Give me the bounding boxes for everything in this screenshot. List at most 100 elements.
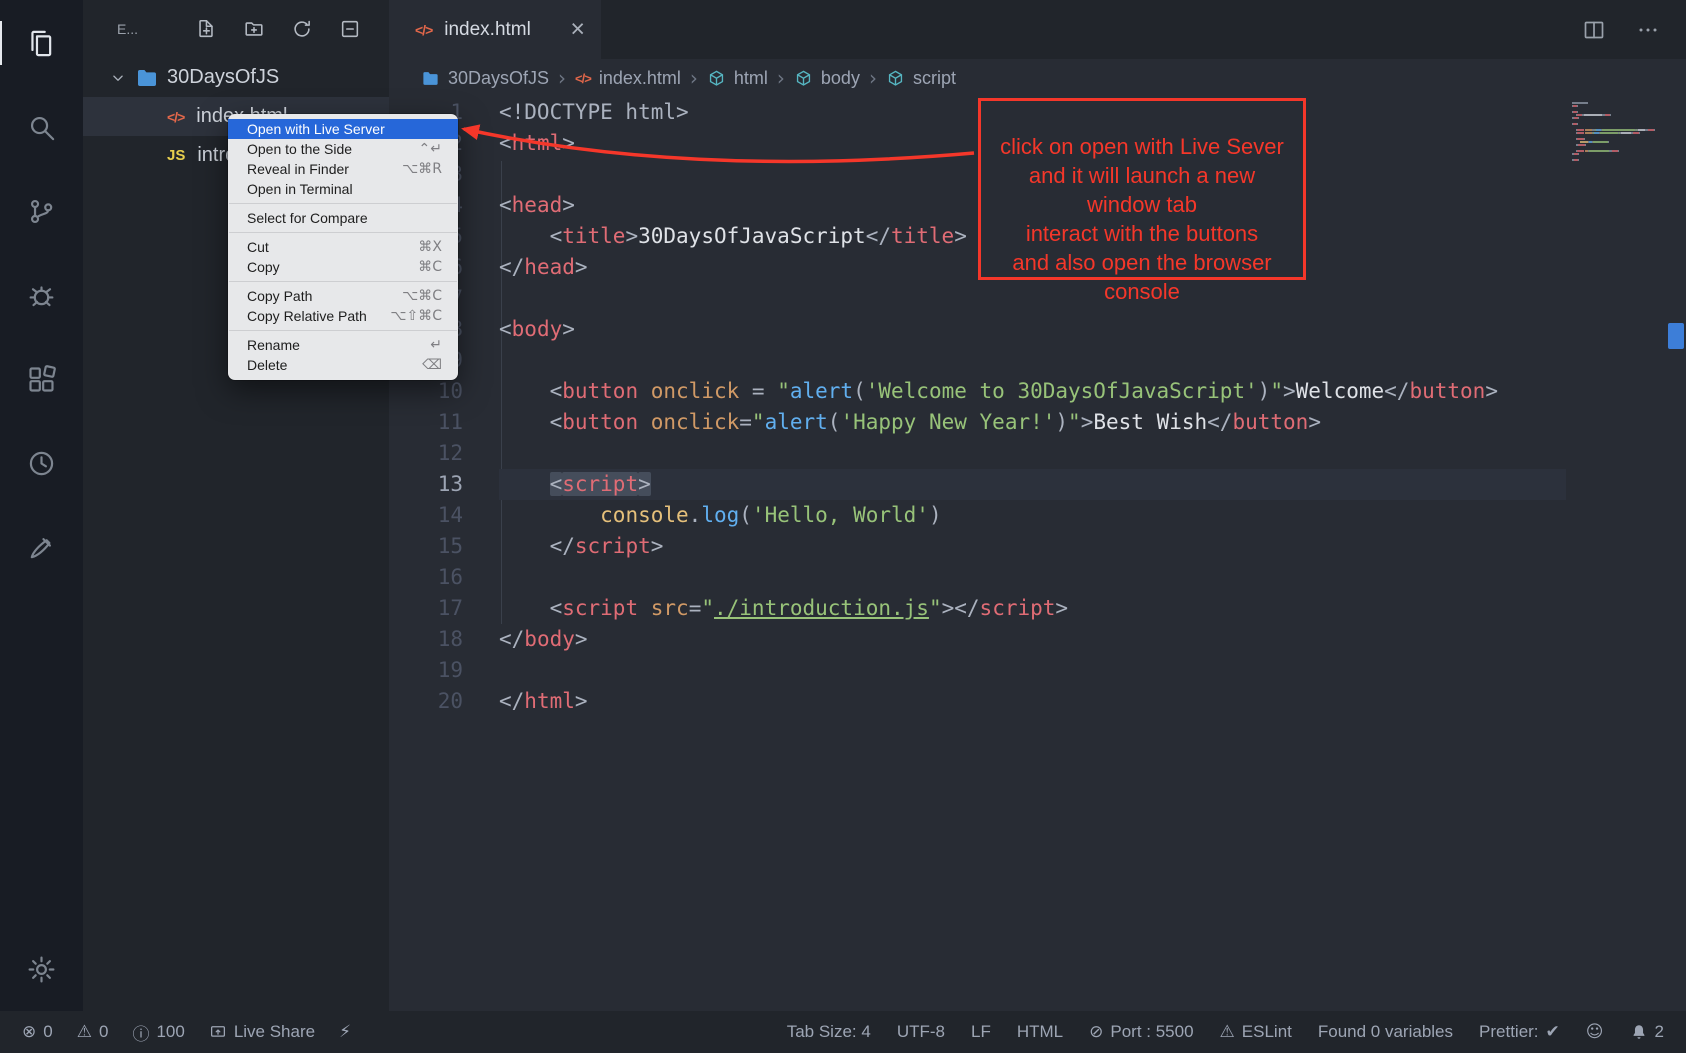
menu-item-delete[interactable]: Delete⌫ (228, 355, 458, 375)
status-errors[interactable]: ⊗0 (22, 1022, 53, 1042)
menu-item-reveal-in-finder[interactable]: Reveal in Finder ⌥⌘R (228, 159, 458, 179)
status-label: Prettier: (1479, 1022, 1539, 1042)
menu-separator (229, 330, 457, 331)
annotation-text: click on open with Live Sever and it wil… (981, 132, 1303, 306)
menu-item-open-in-terminal[interactable]: Open in Terminal (228, 179, 458, 199)
menu-item-label: Copy Path (247, 288, 312, 304)
warning-triangle-icon: ⚠ (1220, 1022, 1235, 1042)
status-variables[interactable]: Found 0 variables (1318, 1022, 1453, 1042)
activity-run-debug[interactable] (0, 253, 83, 337)
code-line-11[interactable]: <button onclick="alert('Happy New Year!'… (499, 407, 1566, 438)
status-label: Live Share (234, 1022, 315, 1042)
breadcrumb-body[interactable]: body (794, 68, 860, 89)
menu-item-label: Rename (247, 337, 300, 353)
menu-item-shortcut: ⌥⌘C (402, 288, 442, 304)
menu-item-shortcut: ⌃↵ (419, 141, 442, 157)
status-eol[interactable]: LF (971, 1022, 991, 1042)
breadcrumb-label: html (734, 68, 768, 89)
status-info[interactable]: ⓘ100 (132, 1020, 184, 1045)
menu-item-copy-path[interactable]: Copy Path ⌥⌘C (228, 286, 458, 306)
breadcrumb-script[interactable]: script (886, 68, 956, 89)
more-actions-icon[interactable] (1636, 18, 1660, 42)
status-quick-action[interactable]: ⚡ (339, 1022, 351, 1042)
activity-extensions[interactable] (0, 337, 83, 421)
menu-item-shortcut: ⌘C (418, 259, 442, 275)
menu-item-rename[interactable]: Rename ↵ (228, 335, 458, 355)
breadcrumb-label: script (913, 68, 956, 89)
code-line-12[interactable] (499, 438, 1566, 469)
new-file-icon[interactable] (195, 18, 217, 40)
blocked-icon: ⊘ (1089, 1022, 1103, 1042)
overview-ruler-marker[interactable] (1668, 323, 1684, 349)
status-language-mode[interactable]: HTML (1017, 1022, 1063, 1042)
status-label: 100 (156, 1022, 184, 1042)
menu-item-select-for-compare[interactable]: Select for Compare (228, 208, 458, 228)
collapse-all-icon[interactable] (339, 18, 361, 40)
status-tab-size[interactable]: Tab Size: 4 (787, 1022, 871, 1042)
menu-item-shortcut: ↵ (430, 337, 442, 353)
status-live-server-port[interactable]: ⊘Port : 5500 (1089, 1022, 1193, 1042)
status-notifications[interactable]: 2 (1630, 1022, 1664, 1042)
activity-clock[interactable] (0, 421, 83, 505)
status-live-share[interactable]: Live Share (209, 1022, 315, 1042)
folder-icon (421, 69, 440, 88)
minimap[interactable] (1572, 102, 1664, 162)
menu-item-shortcut: ⌥⌘R (402, 161, 442, 177)
status-label: 0 (43, 1022, 52, 1042)
status-encoding[interactable]: UTF-8 (897, 1022, 945, 1042)
code-line-16[interactable] (499, 562, 1566, 593)
code-line-20[interactable]: </html> (499, 686, 1566, 717)
menu-item-cut[interactable]: Cut⌘X (228, 237, 458, 257)
code-line-15[interactable]: </script> (499, 531, 1566, 562)
status-warnings[interactable]: ⚠0 (77, 1022, 109, 1042)
explorer-title: E... (117, 21, 138, 37)
status-feedback[interactable]: ☺ (1586, 1022, 1604, 1042)
activity-explorer[interactable] (0, 1, 83, 85)
new-folder-icon[interactable] (243, 18, 265, 40)
activity-search[interactable] (0, 85, 83, 169)
tab-actions (1582, 0, 1686, 59)
status-prettier[interactable]: Prettier:✔ (1479, 1022, 1560, 1042)
breadcrumb-separator: › (690, 66, 698, 90)
activity-settings[interactable] (0, 927, 83, 1011)
code-line-14[interactable]: console.log('Hello, World') (499, 500, 1566, 531)
menu-item-open-with-live-server[interactable]: Open with Live Server (228, 119, 458, 139)
js-file-icon: JS (167, 147, 185, 164)
activity-source-control[interactable] (0, 169, 83, 253)
status-eslint[interactable]: ⚠ ESLint (1220, 1022, 1292, 1042)
code-line-9[interactable] (499, 345, 1566, 376)
breadcrumb-separator: › (869, 66, 877, 90)
menu-separator (229, 232, 457, 233)
code-line-10[interactable]: <button onclick = "alert('Welcome to 30D… (499, 376, 1566, 407)
status-label: LF (971, 1022, 991, 1042)
status-label: Tab Size: 4 (787, 1022, 871, 1042)
code-line-13[interactable]: <script> (499, 469, 1566, 500)
menu-item-open-to-the-side[interactable]: Open to the Side⌃↵ (228, 139, 458, 159)
menu-item-label: Delete (247, 357, 287, 373)
activity-pen[interactable] (0, 505, 83, 589)
code-file-icon: </> (167, 109, 184, 125)
line-number-15: 15 (389, 531, 499, 562)
folder-icon (135, 66, 159, 90)
symbol-tag-icon (886, 69, 905, 88)
refresh-icon[interactable] (291, 18, 313, 40)
status-label: UTF-8 (897, 1022, 945, 1042)
code-line-17[interactable]: <script src="./introduction.js"></script… (499, 593, 1566, 624)
code-line-19[interactable] (499, 655, 1566, 686)
line-number-13: 13 (389, 469, 499, 500)
breadcrumb-html[interactable]: html (707, 68, 768, 89)
split-editor-icon[interactable] (1582, 18, 1606, 42)
line-number-11: 11 (389, 407, 499, 438)
status-label: ESLint (1242, 1022, 1292, 1042)
menu-item-copy-relative-path[interactable]: Copy Relative Path⌥⇧⌘C (228, 306, 458, 326)
error-circle-icon: ⊗ (22, 1022, 36, 1042)
breadcrumb-30daysofjs[interactable]: 30DaysOfJS (421, 68, 549, 89)
tab-index-html[interactable]: </> index.html × (389, 0, 601, 59)
breadcrumb-index-html[interactable]: </>index.html (575, 68, 681, 89)
close-tab-icon[interactable]: × (570, 17, 585, 42)
menu-item-label: Reveal in Finder (247, 161, 349, 177)
menu-item-copy[interactable]: Copy⌘C (228, 257, 458, 277)
tree-folder-30daysofjs[interactable]: 30DaysOfJS (83, 58, 389, 97)
share-icon (209, 1023, 227, 1041)
code-line-18[interactable]: </body> (499, 624, 1566, 655)
